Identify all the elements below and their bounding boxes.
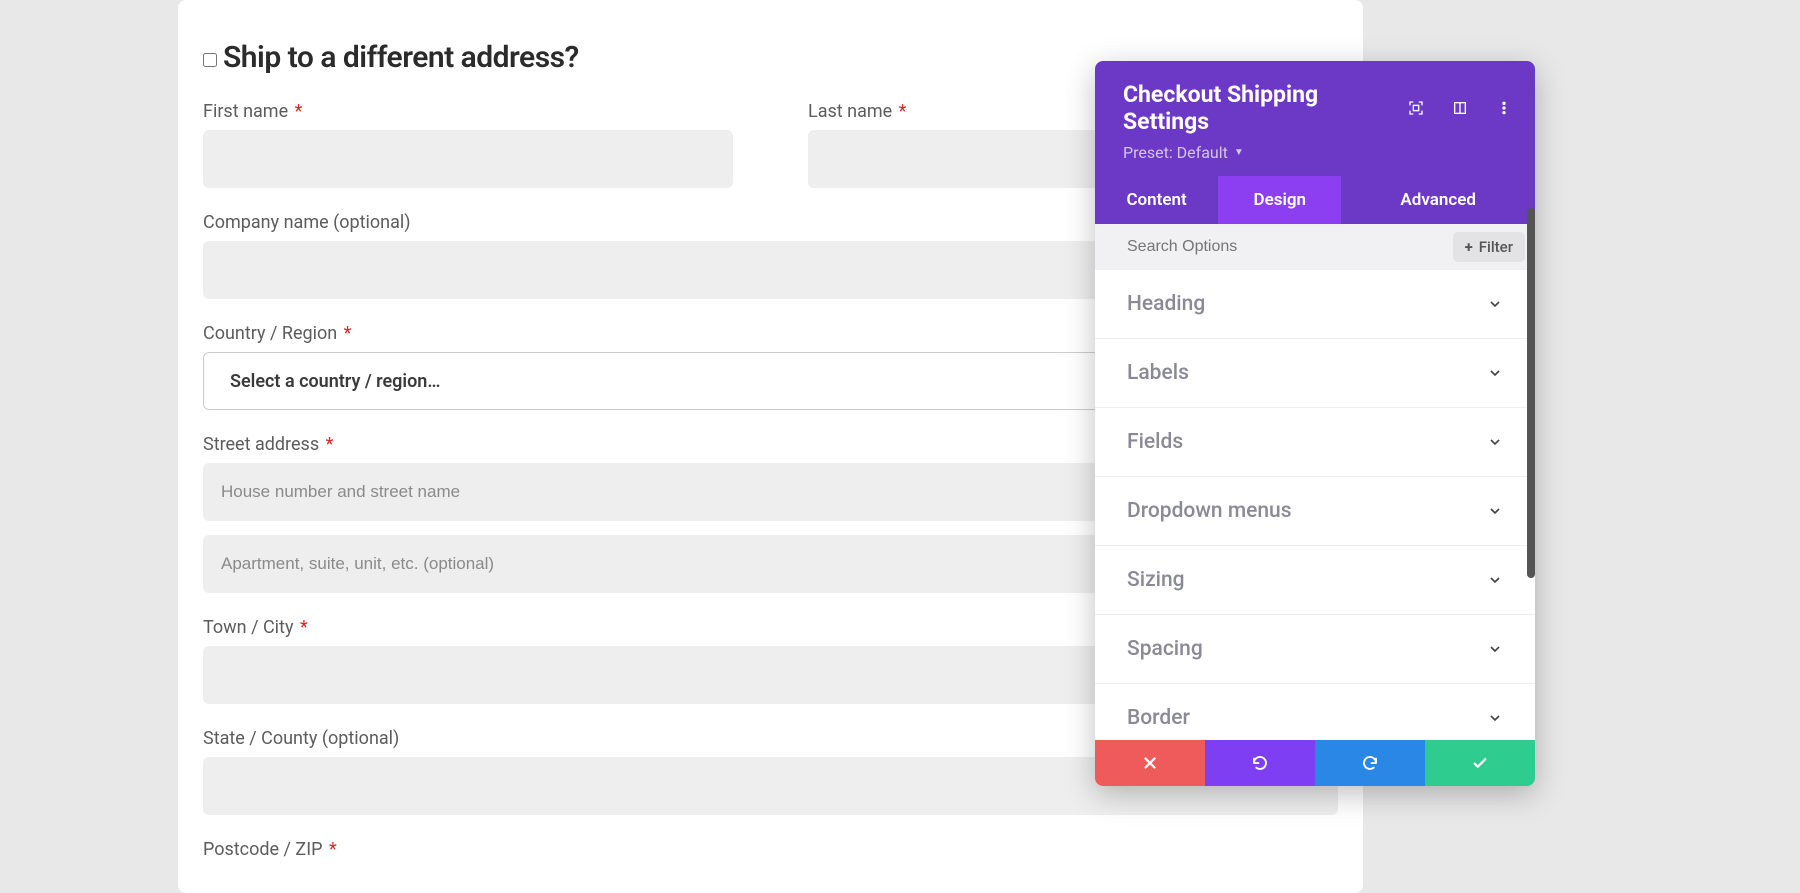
option-label: Spacing <box>1127 637 1203 661</box>
cancel-button[interactable] <box>1095 740 1205 786</box>
redo-button[interactable] <box>1315 740 1425 786</box>
undo-button[interactable] <box>1205 740 1315 786</box>
expand-icon[interactable] <box>1407 99 1425 117</box>
filter-button[interactable]: + Filter <box>1453 232 1525 262</box>
search-options-input[interactable] <box>1127 238 1453 256</box>
page-title: Ship to a different address? <box>223 40 579 75</box>
option-label: Border <box>1127 706 1190 730</box>
chevron-down-icon <box>1487 710 1503 726</box>
option-border[interactable]: Border <box>1095 684 1535 740</box>
scrollbar[interactable] <box>1527 208 1535 578</box>
option-label: Sizing <box>1127 568 1185 592</box>
columns-icon[interactable] <box>1451 99 1469 117</box>
option-labels[interactable]: Labels <box>1095 339 1535 408</box>
tab-content[interactable]: Content <box>1095 176 1218 224</box>
options-list[interactable]: Heading Labels Fields Dropdown menus Sizing S… <box>1095 270 1535 740</box>
panel-tabs: Content Design Advanced <box>1095 176 1535 224</box>
option-spacing[interactable]: Spacing <box>1095 615 1535 684</box>
chevron-down-icon <box>1487 365 1503 381</box>
option-sizing[interactable]: Sizing <box>1095 546 1535 615</box>
chevron-down-icon <box>1487 296 1503 312</box>
option-label: Heading <box>1127 292 1205 316</box>
option-label: Dropdown menus <box>1127 499 1292 523</box>
option-label: Labels <box>1127 361 1189 385</box>
more-icon[interactable] <box>1495 99 1513 117</box>
preset-dropdown[interactable]: Preset: Default ▼ <box>1123 143 1513 162</box>
ship-different-checkbox[interactable] <box>203 53 217 67</box>
option-dropdown-menus[interactable]: Dropdown menus <box>1095 477 1535 546</box>
tab-design[interactable]: Design <box>1218 176 1341 224</box>
caret-down-icon: ▼ <box>1234 147 1244 158</box>
plus-icon: + <box>1465 238 1473 256</box>
first-name-input[interactable] <box>203 130 733 188</box>
postcode-label: Postcode / ZIP * <box>203 839 1338 860</box>
tab-advanced[interactable]: Advanced <box>1341 176 1535 224</box>
settings-panel: Checkout Shipping Settings Preset: Defau… <box>1095 61 1535 786</box>
save-button[interactable] <box>1425 740 1535 786</box>
panel-footer <box>1095 740 1535 786</box>
chevron-down-icon <box>1487 641 1503 657</box>
panel-title: Checkout Shipping Settings <box>1123 81 1407 135</box>
panel-header: Checkout Shipping Settings Preset: Defau… <box>1095 61 1535 176</box>
chevron-down-icon <box>1487 572 1503 588</box>
option-heading[interactable]: Heading <box>1095 270 1535 339</box>
option-fields[interactable]: Fields <box>1095 408 1535 477</box>
first-name-label: First name * <box>203 101 733 122</box>
chevron-down-icon <box>1487 503 1503 519</box>
chevron-down-icon <box>1487 434 1503 450</box>
option-label: Fields <box>1127 430 1183 454</box>
search-row: + Filter <box>1095 224 1535 270</box>
